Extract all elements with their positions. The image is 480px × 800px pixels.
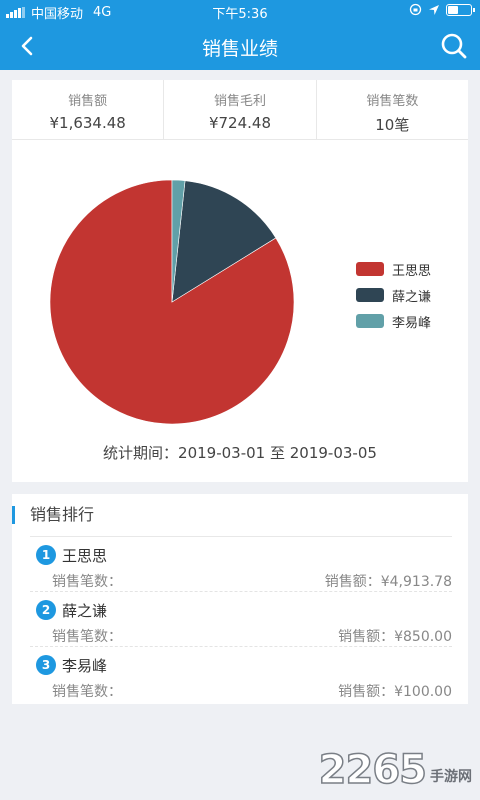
legend-swatch	[356, 262, 384, 276]
stat-value: ¥1,634.48	[49, 114, 126, 132]
page-title: 销售业绩	[201, 38, 278, 60]
ranking-card: 销售排行 1 王思思 销售笔数： 销售额：¥4,913.78 2 薛之谦 销售笔…	[12, 494, 468, 704]
stat-value: ¥724.48	[208, 114, 271, 132]
sales-amount: 销售额：¥4,913.78	[324, 574, 452, 590]
stat-order-count: 销售笔数 10笔	[317, 80, 468, 139]
rank-badge: 2	[36, 600, 56, 620]
sales-amount: 销售额：¥100.00	[338, 684, 452, 700]
legend-item[interactable]: 李易峰	[356, 308, 431, 334]
summary-card: 销售额 ¥1,634.48 销售毛利 ¥724.48 销售笔数 10笔 王思思薛…	[12, 80, 468, 482]
order-count-label: 销售笔数：	[52, 684, 122, 700]
legend-label: 王思思	[392, 263, 432, 279]
rank-badge: 1	[36, 545, 56, 565]
seller-name: 李易峰	[62, 657, 108, 675]
stat-label: 销售额	[68, 94, 108, 109]
legend-swatch	[356, 314, 384, 328]
chart-legend: 王思思 薛之谦 李易峰	[356, 256, 431, 334]
ranking-item[interactable]: 2 薛之谦 销售笔数： 销售额：¥850.00	[30, 592, 452, 647]
rank-badge: 3	[36, 655, 56, 675]
ranking-item[interactable]: 1 王思思 销售笔数： 销售额：¥4,913.78	[30, 537, 452, 592]
legend-label: 薛之谦	[392, 289, 432, 305]
legend-item[interactable]: 薛之谦	[356, 282, 431, 308]
legend-item[interactable]: 王思思	[356, 256, 431, 282]
location-icon	[429, 4, 439, 15]
stat-gross-profit: 销售毛利 ¥724.48	[164, 80, 317, 139]
site-watermark: 2265 手游网	[318, 747, 472, 793]
stat-label: 销售笔数	[366, 94, 419, 109]
sales-amount: 销售额：¥850.00	[338, 629, 452, 645]
seller-name: 薛之谦	[62, 602, 108, 620]
statistics-period: 统计期间：2019-03-01 至 2019-03-05	[103, 444, 377, 462]
stat-label: 销售毛利	[213, 94, 266, 109]
status-bar: 中国移动 4G 下午5:36	[0, 0, 480, 22]
watermark-text: 手游网	[430, 769, 472, 785]
watermark-number: 2265	[318, 747, 428, 793]
ranking-title: 销售排行	[12, 494, 468, 536]
battery-icon	[446, 3, 475, 16]
legend-label: 李易峰	[392, 315, 432, 331]
ranking-list: 1 王思思 销售笔数： 销售额：¥4,913.78 2 薛之谦 销售笔数： 销售…	[30, 536, 452, 702]
clock: 下午5:36	[212, 7, 268, 22]
rotation-lock-icon	[409, 3, 422, 16]
search-icon[interactable]	[438, 30, 470, 62]
pie-chart	[49, 179, 295, 425]
ranking-item[interactable]: 3 李易峰 销售笔数： 销售额：¥100.00	[30, 647, 452, 702]
seller-name: 王思思	[62, 547, 108, 565]
order-count-label: 销售笔数：	[52, 629, 122, 645]
stat-value: 10笔	[375, 116, 410, 134]
nav-bar: 销售业绩	[0, 22, 480, 70]
legend-swatch	[356, 288, 384, 302]
stats-row: 销售额 ¥1,634.48 销售毛利 ¥724.48 销售笔数 10笔	[12, 80, 468, 140]
stat-sales-amount: 销售额 ¥1,634.48	[12, 80, 165, 139]
order-count-label: 销售笔数：	[52, 574, 122, 590]
